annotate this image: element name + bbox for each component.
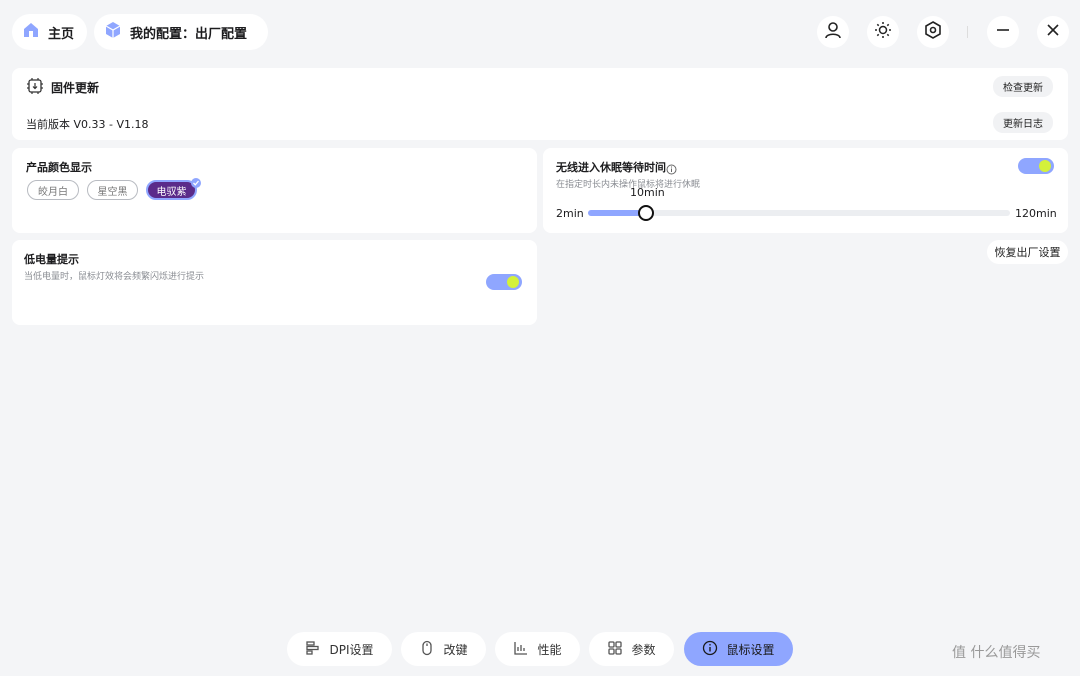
slider-max-label: 120min — [1015, 207, 1057, 220]
header-divider — [967, 26, 968, 38]
changelog-button[interactable]: 更新日志 — [993, 112, 1053, 133]
tab-performance-label: 性能 — [537, 642, 562, 657]
config-selector[interactable]: 我的配置：出厂配置 — [94, 14, 268, 50]
sleep-toggle-knob — [1039, 160, 1051, 172]
sleep-toggle[interactable] — [1018, 158, 1054, 174]
tab-mouse-settings-label: 鼠标设置 — [726, 642, 775, 657]
close-button[interactable] — [1037, 16, 1069, 48]
tab-mouse-settings[interactable]: 鼠标设置 — [684, 632, 793, 666]
mouse-icon — [419, 640, 435, 659]
sleep-title: 无线进入休眠等待时间 — [556, 161, 666, 174]
lighting-button[interactable] — [867, 16, 899, 48]
color-display-title: 产品颜色显示 — [26, 161, 92, 174]
tab-dpi[interactable]: DPI设置 — [287, 632, 392, 666]
info-circle-icon — [702, 640, 718, 659]
minimize-icon — [995, 22, 1011, 42]
slider-min-label: 2min — [556, 207, 584, 220]
user-icon — [823, 20, 843, 44]
firmware-card — [12, 68, 1068, 140]
settings-hex-icon — [923, 20, 943, 44]
selected-check-icon — [191, 178, 201, 188]
low-battery-card — [12, 240, 537, 325]
chip-icon — [26, 77, 44, 99]
home-button[interactable]: 主页 — [12, 14, 87, 50]
sleep-description: 在指定时长内未操作鼠标将进行休眠 — [556, 180, 701, 190]
close-icon — [1045, 22, 1061, 42]
sleep-slider-track[interactable]: 10min — [588, 186, 1010, 221]
firmware-title: 固件更新 — [51, 81, 100, 95]
tab-dpi-label: DPI设置 — [329, 642, 374, 657]
settings-button[interactable] — [917, 16, 949, 48]
color-option-white[interactable]: 皎月白 — [27, 180, 79, 200]
low-battery-title: 低电量提示 — [24, 253, 79, 266]
home-icon — [22, 21, 40, 43]
minimize-button[interactable] — [987, 16, 1019, 48]
version-text: 当前版本 V0.33 - V1.18 — [26, 118, 149, 131]
cube-icon — [104, 21, 122, 43]
config-label: 我的配置：出厂配置 — [130, 26, 248, 42]
tab-params-label: 参数 — [631, 642, 656, 657]
tab-keys[interactable]: 改键 — [401, 632, 486, 666]
tab-params[interactable]: 参数 — [589, 632, 674, 666]
watermark: 值 什么值得买 — [952, 645, 1041, 661]
tab-performance[interactable]: 性能 — [495, 632, 580, 666]
tab-keys-label: 改键 — [443, 642, 468, 657]
low-battery-toggle-knob — [507, 276, 519, 288]
grid-icon — [607, 640, 623, 659]
home-label: 主页 — [48, 26, 75, 42]
color-option-black[interactable]: 星空黑 — [87, 180, 138, 200]
low-battery-description: 当低电量时，鼠标灯效将会频繁闪烁进行提示 — [24, 272, 205, 282]
performance-chart-icon — [513, 640, 529, 659]
brightness-icon — [873, 20, 893, 44]
check-update-button[interactable]: 检查更新 — [993, 76, 1053, 97]
factory-reset-button[interactable]: 恢复出厂设置 — [987, 240, 1068, 264]
sleep-slider-handle[interactable] — [638, 205, 654, 221]
dpi-bars-icon — [305, 640, 321, 659]
low-battery-toggle[interactable] — [486, 274, 522, 290]
user-button[interactable] — [817, 16, 849, 48]
color-option-purple[interactable]: 电驭紫 — [146, 180, 197, 200]
slider-value-label: 10min — [630, 186, 665, 199]
